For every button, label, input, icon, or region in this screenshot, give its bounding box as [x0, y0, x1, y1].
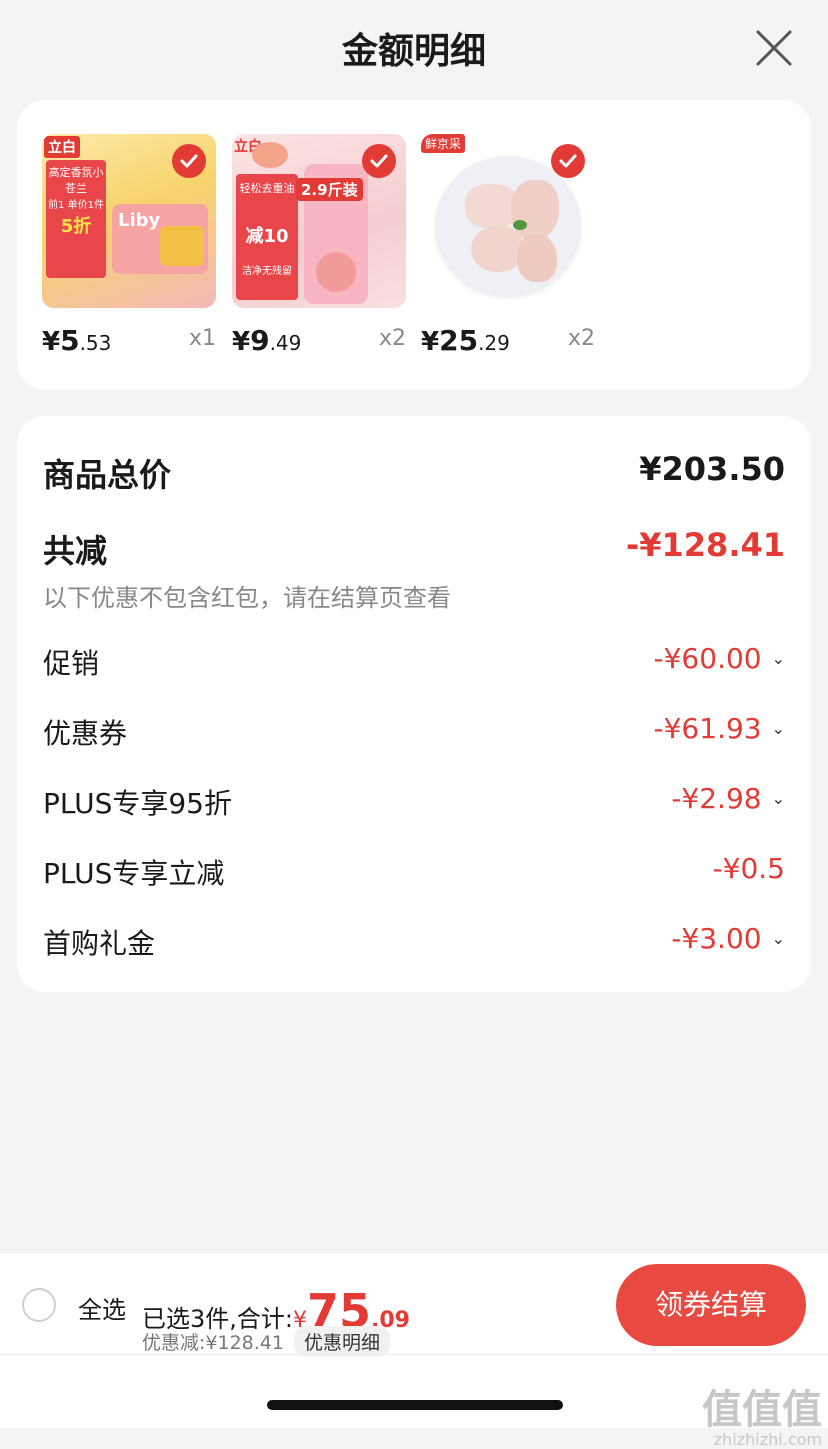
price-detail-card: 商品总价 ¥203.50 共减 -¥128.41 以下优惠不包含红包，请在结算页…	[17, 416, 811, 992]
product-item[interactable]: 立白 轻松去重油 减10 洁净无残留 2.9斤装 ¥9.49 x2	[232, 134, 406, 357]
brand-tag: 立白	[44, 136, 80, 158]
select-all-label[interactable]: 全选	[78, 1290, 126, 1325]
header: 金额明细	[0, 0, 828, 96]
product-list-card: 立白 高定香氛小苍兰 前1 单价1件 5折 Liby ¥5.53 x1 立白 轻…	[17, 100, 811, 390]
total-price-label: 商品总价	[43, 456, 172, 494]
close-icon[interactable]	[754, 28, 794, 68]
total-price-value: ¥203.50	[639, 450, 785, 488]
product-price: ¥25.29	[421, 324, 510, 357]
select-all-radio[interactable]	[22, 1288, 56, 1322]
discount-row-plus-95[interactable]: PLUS专享95折 -¥2.98 ⌄	[43, 782, 785, 822]
checkout-bar: 全选 已选3件,合计:¥75.09 优惠减:¥128.41 优惠明细 领券结算 值…	[0, 1254, 828, 1449]
total-reduction-label: 共减	[43, 532, 108, 570]
selected-check-icon[interactable]	[551, 144, 585, 178]
total-reduction-value: -¥128.41	[625, 526, 785, 564]
discount-row-promotion[interactable]: 促销 -¥60.00 ⌄	[43, 642, 785, 682]
watermark: 值值值 zhizhizhi.com	[702, 1387, 822, 1449]
discount-row-coupon[interactable]: 优惠券 -¥61.93 ⌄	[43, 712, 785, 752]
home-indicator	[267, 1400, 563, 1410]
product-price: ¥9.49	[232, 324, 302, 357]
discount-note: 以下优惠不包含红包，请在结算页查看	[43, 584, 451, 612]
discount-row-first-purchase[interactable]: 首购礼金 -¥3.00 ⌄	[43, 922, 785, 962]
discount-detail-link[interactable]: 优惠明细	[293, 1326, 390, 1357]
chevron-down-icon[interactable]: ⌄	[772, 719, 785, 738]
product-item[interactable]: 鲜京采 ¥25.29 x2	[421, 134, 595, 357]
selected-check-icon[interactable]	[362, 144, 396, 178]
total-price-row: 商品总价 ¥203.50	[43, 450, 785, 494]
chevron-down-icon[interactable]: ⌄	[772, 929, 785, 948]
product-quantity: x2	[567, 326, 595, 351]
chevron-down-icon[interactable]: ⌄	[772, 649, 785, 668]
chevron-down-icon[interactable]: ⌄	[772, 789, 785, 808]
product-item[interactable]: 立白 高定香氛小苍兰 前1 单价1件 5折 Liby ¥5.53 x1	[42, 134, 216, 357]
divider	[0, 1354, 828, 1355]
product-price: ¥5.53	[42, 324, 112, 357]
product-quantity: x1	[188, 326, 216, 351]
brand-tag: 鲜京采	[421, 134, 466, 153]
discount-row-plus-instant: PLUS专享立减 -¥0.5	[43, 852, 785, 890]
savings-info: 优惠减:¥128.41 优惠明细	[142, 1326, 390, 1357]
page-title: 金额明细	[341, 31, 486, 72]
checkout-button[interactable]: 领券结算	[616, 1264, 806, 1346]
total-reduction-row: 共减 -¥128.41	[43, 526, 785, 570]
selected-check-icon[interactable]	[172, 144, 206, 178]
product-quantity: x2	[378, 326, 406, 351]
